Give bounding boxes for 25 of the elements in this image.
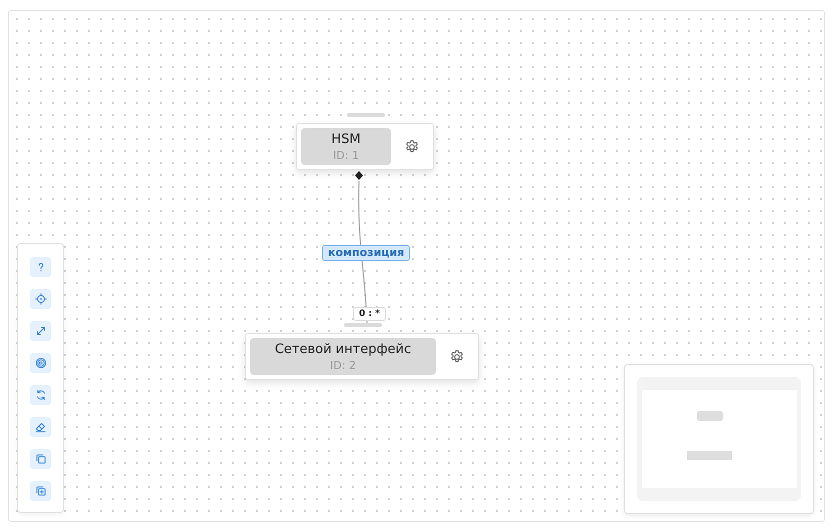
- node-title: HSM: [331, 130, 361, 148]
- toolbar-button[interactable]: [30, 257, 51, 277]
- settings-icon: [404, 138, 420, 154]
- copy-icon: [34, 452, 48, 466]
- node-handle[interactable]: [344, 323, 382, 327]
- settings-icon: [449, 348, 465, 364]
- toolbar-button[interactable]: [30, 353, 51, 373]
- node-card[interactable]: HSM ID: 1: [296, 123, 434, 170]
- toolbar-button[interactable]: [30, 289, 51, 309]
- multiplicity-label: 0 : *: [353, 307, 386, 321]
- node-handle[interactable]: [347, 113, 385, 117]
- node-title: Сетевой интерфейс: [274, 340, 412, 358]
- copyright-icon: [34, 356, 48, 370]
- node-id: ID: 2: [330, 358, 356, 372]
- edge-label: композиция: [322, 245, 410, 261]
- toolbar-button[interactable]: [30, 385, 51, 405]
- eraser-icon: [34, 420, 48, 434]
- toolbar-button[interactable]: [30, 417, 51, 437]
- toolbar-button[interactable]: [30, 449, 51, 469]
- toolbar-button[interactable]: [30, 321, 51, 341]
- crosshair-icon: [34, 292, 48, 306]
- node-id: ID: 1: [333, 148, 359, 162]
- toolbar-button[interactable]: [30, 481, 51, 501]
- copy-plus-icon: [34, 484, 48, 498]
- node-card[interactable]: Сетевой интерфейс ID: 2: [245, 333, 479, 380]
